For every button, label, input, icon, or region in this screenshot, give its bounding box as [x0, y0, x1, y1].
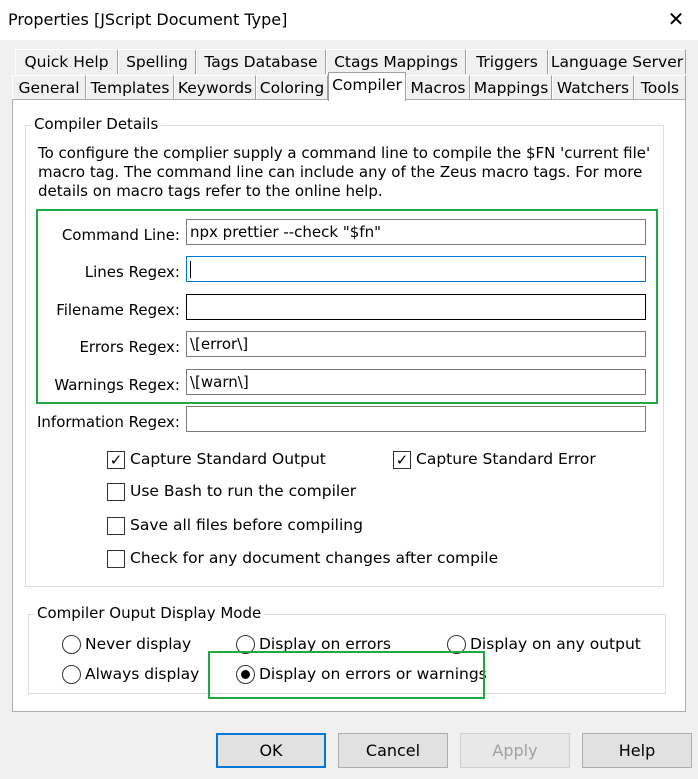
tab-ctags-mappings[interactable]: Ctags Mappings: [326, 49, 466, 74]
tab-macros[interactable]: Macros: [406, 75, 470, 100]
tab-label: Tags Database: [204, 53, 318, 71]
tab-label: Spelling: [126, 53, 188, 71]
tab-language-server[interactable]: Language Server: [548, 49, 686, 74]
tab-spelling[interactable]: Spelling: [118, 49, 196, 74]
capture-stdout-checkbox[interactable]: ✓: [107, 451, 125, 469]
description-line-3: details on macro tags refer to the onlin…: [38, 182, 383, 200]
compiler-details-legend: Compiler Details: [31, 115, 162, 133]
tab-quick-help[interactable]: Quick Help: [15, 49, 118, 74]
never-display-radio[interactable]: [62, 635, 81, 654]
tab-label: Quick Help: [24, 53, 109, 71]
never-display-label: Never display: [85, 635, 192, 653]
tab-coloring[interactable]: Coloring: [256, 75, 328, 100]
always-display-radio[interactable]: [62, 665, 81, 684]
tab-triggers[interactable]: Triggers: [466, 49, 548, 74]
fields-highlight-box: [36, 209, 658, 404]
tab-label: Watchers: [556, 79, 630, 97]
help-button[interactable]: Help: [582, 733, 692, 768]
tab-label: Mappings: [473, 79, 549, 97]
check-doc-changes-checkbox[interactable]: [107, 550, 125, 568]
tab-general[interactable]: General: [12, 75, 86, 100]
information-regex-input[interactable]: [186, 406, 646, 432]
ok-button[interactable]: OK: [216, 733, 326, 768]
tab-mappings[interactable]: Mappings: [470, 75, 552, 100]
tab-tags-database[interactable]: Tags Database: [196, 49, 326, 74]
display-mode-legend: Compiler Ouput Display Mode: [34, 604, 265, 622]
save-all-files-label: Save all files before compiling: [130, 516, 363, 534]
use-bash-checkbox[interactable]: [107, 483, 125, 501]
tab-keywords[interactable]: Keywords: [174, 75, 256, 100]
tab-watchers[interactable]: Watchers: [552, 75, 634, 100]
information-regex-label: Information Regex:: [37, 413, 180, 431]
always-display-label: Always display: [85, 665, 200, 683]
display-on-any-output-label: Display on any output: [470, 635, 641, 653]
tab-label: Compiler: [332, 76, 402, 94]
title-bar: Properties [JScript Document Type] ✕: [0, 0, 698, 40]
tab-tools[interactable]: Tools: [634, 75, 686, 100]
tab-label: Language Server: [550, 53, 684, 71]
tab-label: Keywords: [177, 79, 253, 97]
close-icon[interactable]: ✕: [660, 4, 692, 34]
radio-highlight-box: [208, 651, 485, 699]
save-all-files-checkbox[interactable]: [107, 517, 125, 535]
tab-compiler[interactable]: Compiler: [328, 72, 406, 101]
tab-label: Templates: [90, 79, 170, 97]
tab-templates[interactable]: Templates: [86, 75, 174, 100]
capture-stdout-label: Capture Standard Output: [130, 450, 326, 468]
tab-label: Macros: [410, 79, 466, 97]
cancel-button[interactable]: Cancel: [338, 733, 448, 768]
capture-stderr-checkbox[interactable]: ✓: [393, 451, 411, 469]
tab-label: General: [18, 79, 80, 97]
description-line-1: To configure the complier supply a comma…: [38, 144, 651, 162]
tab-label: Triggers: [476, 53, 538, 71]
window-title: Properties [JScript Document Type]: [8, 10, 288, 29]
capture-stderr-label: Capture Standard Error: [416, 450, 596, 468]
tab-label: Tools: [640, 79, 680, 97]
check-doc-changes-label: Check for any document changes after com…: [130, 549, 499, 567]
tab-label: Coloring: [259, 79, 325, 97]
description-line-2: macro tag. The command line can include …: [38, 163, 643, 181]
tab-label: Ctags Mappings: [334, 53, 458, 71]
apply-button[interactable]: Apply: [460, 733, 570, 768]
use-bash-label: Use Bash to run the compiler: [130, 482, 357, 500]
